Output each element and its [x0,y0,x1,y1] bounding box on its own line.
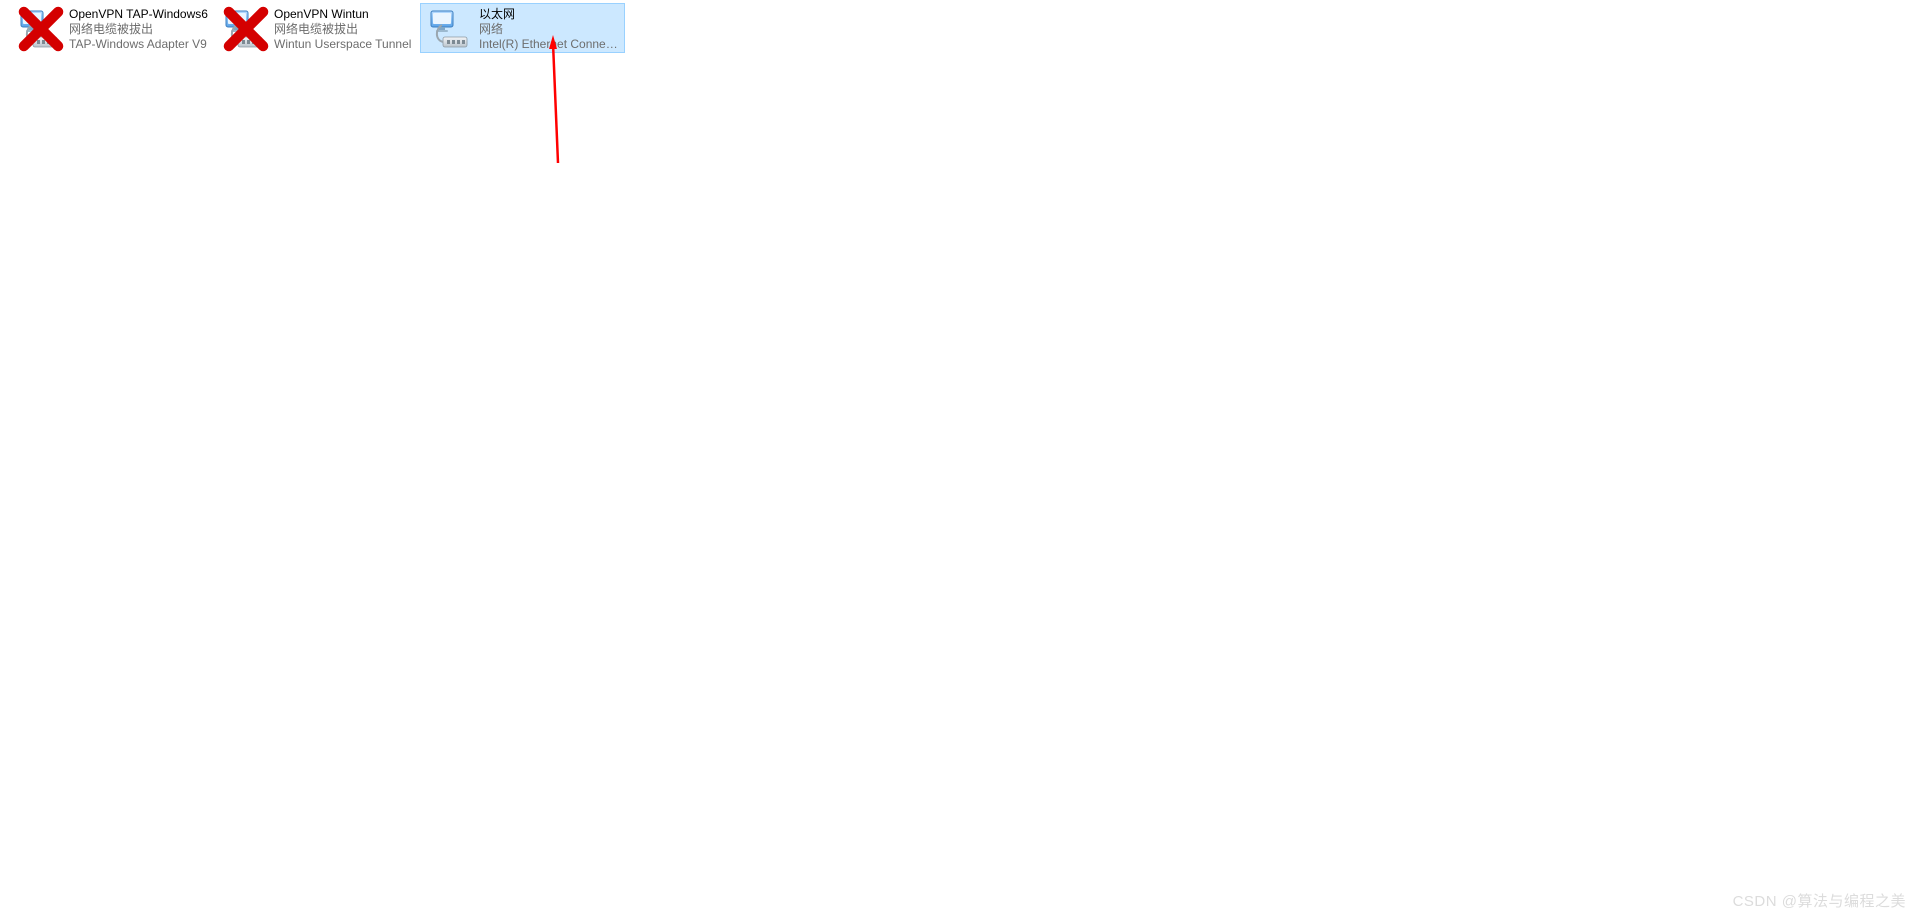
network-adapter-item[interactable]: OpenVPN Wintun网络电缆被拔出Wintun Userspace Tu… [215,3,420,53]
network-adapter-icon [425,7,473,55]
network-adapter-icon [15,7,63,55]
adapter-device: Wintun Userspace Tunnel [274,37,415,52]
adapter-name: OpenVPN TAP-Windows6 [69,7,210,22]
adapter-device: Intel(R) Ethernet Connection I2... [479,37,620,52]
network-adapter-item[interactable]: OpenVPN TAP-Windows6网络电缆被拔出TAP-Windows A… [10,3,215,53]
network-adapter-icon [220,7,268,55]
adapter-status: 网络 [479,22,620,37]
adapter-text-block: OpenVPN TAP-Windows6网络电缆被拔出TAP-Windows A… [69,7,210,52]
watermark-text: CSDN @算法与编程之美 [1733,890,1906,911]
network-adapters-list: OpenVPN TAP-Windows6网络电缆被拔出TAP-Windows A… [0,0,1920,56]
adapter-status: 网络电缆被拔出 [69,22,210,37]
adapter-text-block: 以太网网络Intel(R) Ethernet Connection I2... [479,7,620,52]
adapter-device: TAP-Windows Adapter V9 [69,37,210,52]
network-adapter-item[interactable]: 以太网网络Intel(R) Ethernet Connection I2... [420,3,625,53]
adapter-name: OpenVPN Wintun [274,7,415,22]
adapter-name: 以太网 [479,7,620,22]
adapter-text-block: OpenVPN Wintun网络电缆被拔出Wintun Userspace Tu… [274,7,415,52]
adapter-status: 网络电缆被拔出 [274,22,415,37]
